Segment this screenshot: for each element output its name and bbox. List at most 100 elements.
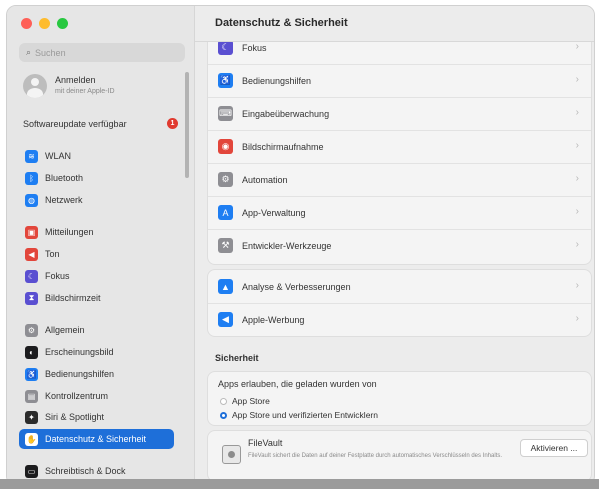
wifi-icon: ≋ bbox=[25, 149, 38, 163]
settings-row-label: App-Verwaltung bbox=[242, 207, 306, 218]
sidebar-item-fokus[interactable]: ☾ Fokus bbox=[19, 266, 174, 286]
chevron-right-icon: › bbox=[575, 74, 579, 85]
settings-row-bildschirmaufnahme[interactable]: ◉ Bildschirmaufnahme › bbox=[208, 130, 591, 164]
settings-window: ⌕ Suchen Anmelden mit deiner Apple-ID So… bbox=[6, 5, 595, 486]
page-title: Datenschutz & Sicherheit bbox=[215, 17, 348, 29]
sidebar-item-mitteilungen[interactable]: ▣ Mitteilungen bbox=[19, 222, 174, 242]
avatar bbox=[23, 74, 47, 98]
titlebar: Datenschutz & Sicherheit bbox=[195, 6, 594, 42]
radio-app-store[interactable]: App Store bbox=[220, 396, 270, 406]
settings-row-label: Eingabeüberwachung bbox=[242, 108, 330, 119]
filevault-title: FileVault bbox=[248, 438, 283, 448]
chevron-right-icon: › bbox=[575, 173, 579, 184]
appearance-icon: ◐ bbox=[25, 345, 38, 359]
bluetooth-icon: ᛒ bbox=[25, 171, 38, 185]
sidebar-item-label: Bedienungshilfen bbox=[45, 369, 115, 379]
settings-row-automation[interactable]: ⚙ Automation › bbox=[208, 163, 591, 197]
sidebar-item-label: Bluetooth bbox=[45, 173, 84, 183]
sidebar: ⌕ Suchen Anmelden mit deiner Apple-ID So… bbox=[7, 6, 195, 485]
sidebar-item-datenschutz-sicherheit[interactable]: ✋ Datenschutz & Sicherheit bbox=[19, 429, 174, 449]
siri-icon: ✦ bbox=[25, 410, 38, 424]
chevron-right-icon: › bbox=[575, 140, 579, 151]
filevault-box: FileVault FileVault sichert die Daten au… bbox=[207, 430, 592, 482]
chevron-right-icon: › bbox=[575, 107, 579, 118]
radio-app-store-developers[interactable]: App Store und verifizierten Entwicklern bbox=[220, 410, 378, 420]
settings-row-label: Fokus bbox=[242, 42, 267, 53]
settings-row-apple-werbung[interactable]: ◀ Apple-Werbung › bbox=[208, 303, 591, 336]
sidebar-item-ton[interactable]: ◀ Ton bbox=[19, 244, 174, 264]
security-heading: Sicherheit bbox=[215, 353, 259, 363]
sidebar-item-schreibtisch-dock[interactable]: ▭ Schreibtisch & Dock bbox=[19, 461, 174, 481]
search-placeholder: Suchen bbox=[35, 47, 66, 58]
analytics-icon: ▲ bbox=[218, 279, 233, 294]
chevron-right-icon: › bbox=[575, 280, 579, 291]
settings-row-entwickler-werkzeuge[interactable]: ⚒ Entwickler-Werkzeuge › bbox=[208, 229, 591, 262]
account-title: Anmelden bbox=[55, 75, 96, 85]
sidebar-item-label: WLAN bbox=[45, 151, 72, 161]
settings-row-label: Bedienungshilfen bbox=[242, 75, 312, 86]
radio-app-store-label: App Store bbox=[232, 396, 270, 406]
sidebar-item-label: Bildschirmzeit bbox=[45, 293, 101, 303]
sidebar-item-erscheinungsbild[interactable]: ◐ Erscheinungsbild bbox=[19, 342, 174, 362]
megaphone-icon: ◀ bbox=[218, 312, 233, 327]
sidebar-item-label: Ton bbox=[45, 249, 60, 259]
app-store-icon: A bbox=[218, 205, 233, 220]
radio-app-store-developers-label: App Store und verifizierten Entwicklern bbox=[232, 410, 378, 420]
settings-row-app-verwaltung[interactable]: A App-Verwaltung › bbox=[208, 196, 591, 230]
software-update-label: Softwareupdate verfügbar bbox=[23, 118, 127, 129]
notifications-icon: ▣ bbox=[25, 225, 38, 239]
sidebar-item-label: Schreibtisch & Dock bbox=[45, 466, 126, 476]
sidebar-item-label: Allgemein bbox=[45, 325, 85, 335]
minimize-button[interactable] bbox=[39, 18, 50, 29]
filevault-icon bbox=[222, 445, 241, 464]
sidebar-item-siri-spotlight[interactable]: ✦ Siri & Spotlight bbox=[19, 407, 174, 427]
filevault-description: FileVault sichert die Daten auf deiner F… bbox=[248, 453, 503, 459]
app-sources-label: Apps erlauben, die geladen wurden von bbox=[218, 379, 377, 389]
settings-row-bedienungshilfen[interactable]: ♿ Bedienungshilfen › bbox=[208, 64, 591, 98]
sidebar-item-bildschirmzeit[interactable]: ⧗ Bildschirmzeit bbox=[19, 288, 174, 308]
account-subtitle: mit deiner Apple-ID bbox=[55, 88, 115, 95]
sidebar-item-label: Netzwerk bbox=[45, 195, 83, 205]
software-update-item[interactable]: Softwareupdate verfügbar 1 bbox=[23, 118, 178, 129]
sidebar-item-label: Datenschutz & Sicherheit bbox=[45, 434, 147, 444]
dock-icon: ▭ bbox=[25, 464, 38, 478]
settings-row-analyse-verbesserungen[interactable]: ▲ Analyse & Verbesserungen › bbox=[208, 270, 591, 304]
settings-row-label: Apple-Werbung bbox=[242, 314, 305, 325]
control-center-icon: ▤ bbox=[25, 389, 38, 403]
hourglass-icon: ⧗ bbox=[25, 291, 38, 305]
zoom-button[interactable] bbox=[57, 18, 68, 29]
close-button[interactable] bbox=[21, 18, 32, 29]
search-icon: ⌕ bbox=[26, 47, 32, 57]
settings-row-label: Analyse & Verbesserungen bbox=[242, 281, 351, 292]
moon-icon: ☾ bbox=[25, 269, 38, 283]
chevron-right-icon: › bbox=[575, 313, 579, 324]
sidebar-scrollbar[interactable] bbox=[185, 72, 189, 178]
sidebar-item-allgemein[interactable]: ⚙ Allgemein bbox=[19, 320, 174, 340]
activate-filevault-button[interactable]: Aktivieren ... bbox=[520, 439, 588, 457]
main-content: Datenschutz & Sicherheit ☾ Fokus › ♿ Bedienu… bbox=[195, 6, 594, 485]
search-input[interactable]: ⌕ Suchen bbox=[19, 43, 185, 62]
accessibility-icon: ♿ bbox=[25, 367, 38, 381]
sidebar-item-kontrollzentrum[interactable]: ▤ Kontrollzentrum bbox=[19, 386, 174, 406]
chevron-right-icon: › bbox=[575, 41, 579, 52]
gear-icon: ⚙ bbox=[25, 323, 38, 337]
dock-strip bbox=[0, 479, 599, 489]
apple-id-account[interactable]: Anmelden mit deiner Apple-ID bbox=[23, 74, 115, 98]
radio-circle bbox=[220, 397, 227, 405]
sidebar-item-wlan[interactable]: ≋ WLAN bbox=[19, 146, 174, 166]
sidebar-item-label: Fokus bbox=[45, 271, 70, 281]
keyboard-icon: ⌨ bbox=[218, 106, 233, 121]
sidebar-item-bluetooth[interactable]: ᛒ Bluetooth bbox=[19, 168, 174, 188]
settings-row-eingabeüberwachung[interactable]: ⌨ Eingabeüberwachung › bbox=[208, 97, 591, 131]
automation-icon: ⚙ bbox=[218, 172, 233, 187]
settings-row-label: Automation bbox=[242, 174, 288, 185]
privacy-group: ☾ Fokus › ♿ Bedienungshilfen › ⌨ Eingabeüberwac… bbox=[207, 32, 592, 265]
sound-icon: ◀ bbox=[25, 247, 38, 261]
moon-icon: ☾ bbox=[218, 40, 233, 55]
sidebar-item-bedienungshilfen[interactable]: ♿ Bedienungshilfen bbox=[19, 364, 174, 384]
settings-row-label: Bildschirmaufnahme bbox=[242, 141, 324, 152]
sidebar-item-netzwerk[interactable]: ◍ Netzwerk bbox=[19, 190, 174, 210]
radio-circle-selected bbox=[220, 411, 227, 419]
globe-icon: ◍ bbox=[25, 193, 38, 207]
screen-record-icon: ◉ bbox=[218, 139, 233, 154]
